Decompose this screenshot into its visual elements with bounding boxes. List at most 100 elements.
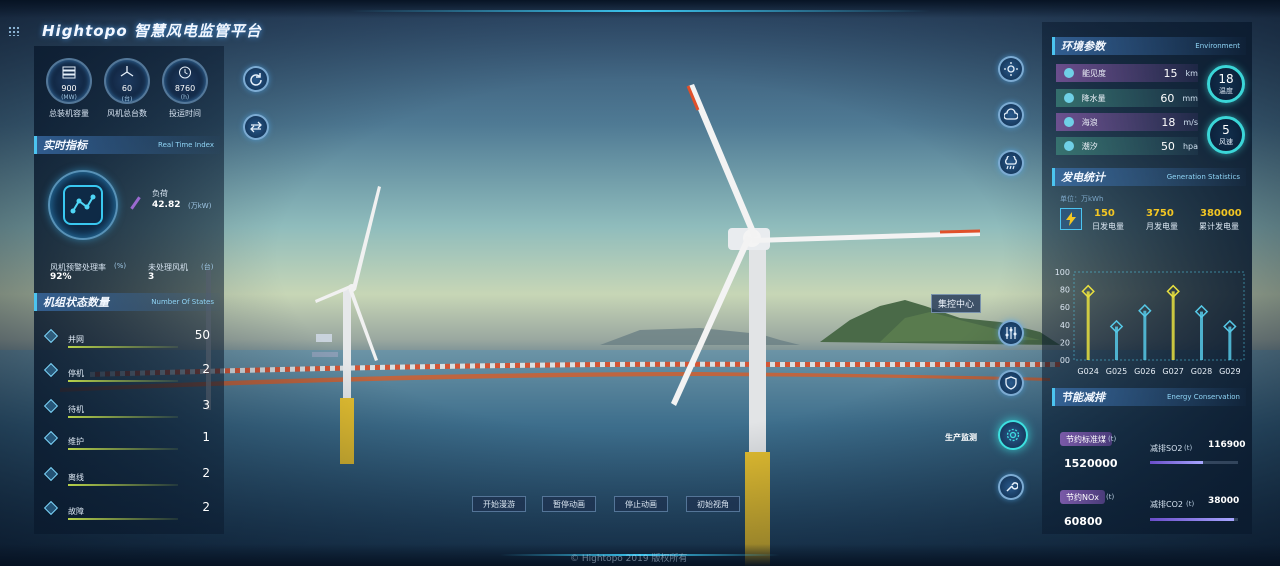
status-label: 待机	[68, 405, 84, 414]
rotate-view-button[interactable]	[243, 66, 269, 92]
rain-cloud-icon	[1005, 156, 1017, 170]
kpi-turbines-value: 60	[121, 84, 133, 93]
monthly-generation-value: 3750	[1146, 208, 1174, 219]
env-row-tide: 潮汐 50 hpa	[1056, 137, 1198, 155]
visibility-icon	[1064, 68, 1074, 78]
menu-icon[interactable]	[8, 26, 20, 36]
status-bar	[68, 484, 178, 486]
status-value: 1	[202, 430, 210, 444]
kpi-capacity-label: 总装机容量	[49, 109, 89, 118]
wind-speed-badge: 5 风速	[1207, 116, 1245, 154]
status-bar	[68, 416, 178, 418]
diamond-icon	[43, 362, 59, 378]
status-row-maintenance[interactable]: 维护 1	[43, 430, 216, 460]
co2-label: 减排CO2	[1150, 500, 1183, 509]
status-row-fault[interactable]: 故障 2	[43, 500, 216, 530]
load-unit: (万kW)	[188, 202, 212, 210]
alarm-rate-value: 92%	[50, 272, 72, 282]
x-tick-label: G028	[1191, 367, 1212, 376]
kpi-runtime-unit: (h)	[180, 94, 190, 101]
cloud-icon	[1004, 108, 1018, 120]
status-label: 故障	[68, 507, 84, 516]
x-tick-label: G029	[1219, 367, 1240, 376]
y-tick-label: 60	[1060, 303, 1070, 312]
stop-animation-button[interactable]: 停止动画	[614, 496, 668, 512]
status-label: 停机	[68, 369, 84, 378]
chart-frame	[1073, 271, 1245, 361]
kpi-capacity: 900 (MW) 总装机容量	[44, 58, 94, 119]
status-bar	[68, 380, 178, 382]
sun-weather-button[interactable]	[998, 56, 1024, 82]
kpi-capacity-value: 900	[61, 84, 77, 93]
kpi-turbines-unit: (台)	[121, 96, 133, 103]
gear-icon	[1006, 428, 1020, 442]
monitor-button[interactable]	[998, 370, 1024, 396]
tide-icon	[1064, 141, 1074, 151]
cloud-weather-button[interactable]	[998, 102, 1024, 128]
x-tick-label: G025	[1106, 367, 1127, 376]
clock-icon	[179, 66, 191, 79]
nox-value: 60800	[1064, 515, 1103, 528]
environment-header: 环境参数 Environment	[1052, 37, 1246, 55]
coal-pill: 节约标准煤	[1060, 432, 1112, 446]
x-tick-label: G024	[1077, 367, 1098, 376]
tools-button[interactable]	[998, 474, 1024, 500]
diamond-icon	[43, 398, 59, 414]
start-tour-button[interactable]: 开始漫游	[472, 496, 526, 512]
realtime-subtitle: Real Time Index	[158, 141, 214, 149]
x-tick-label: G027	[1162, 367, 1183, 376]
status-row-standby[interactable]: 待机 3	[43, 398, 216, 428]
states-title: 机组状态数量	[43, 296, 109, 309]
energy-header: 节能减排 Energy Conservation	[1052, 388, 1246, 406]
production-monitor-label: 生产监测	[945, 433, 977, 442]
y-tick-label: 80	[1060, 286, 1070, 295]
so2-unit: (t)	[1184, 444, 1193, 452]
unhandled-unit: (台)	[201, 263, 214, 271]
diamond-icon	[43, 466, 59, 482]
kpi-turbines-label: 风机总台数	[107, 109, 147, 118]
status-value: 2	[202, 466, 210, 480]
wind-turbine-icon	[120, 66, 134, 77]
generation-chart: 100 80 60 40 20 00 G024 G025 G026 G027 G028 G029	[1055, 268, 1245, 376]
so2-bar-fill	[1150, 461, 1203, 464]
top-frame	[0, 0, 1280, 18]
co2-unit: (t)	[1186, 500, 1195, 508]
status-row-grid[interactable]: 并网 50	[43, 328, 216, 358]
environment-title: 环境参数	[1061, 40, 1105, 53]
status-row-stopped[interactable]: 停机 2	[43, 362, 216, 392]
status-row-offline[interactable]: 离线 2	[43, 466, 216, 496]
load-value: 42.82	[152, 200, 181, 210]
production-monitor-button[interactable]	[998, 420, 1028, 450]
states-header: 机组状态数量 Number Of States	[34, 293, 220, 311]
precipitation-icon	[1064, 93, 1074, 103]
so2-value: 116900	[1208, 440, 1246, 450]
chart-bar-G027	[1171, 291, 1175, 360]
nox-pill: 节约NOx	[1060, 490, 1106, 504]
temperature-badge: 18 温度	[1207, 65, 1245, 103]
kpi-runtime-value: 8760	[174, 84, 196, 93]
settings-button[interactable]	[998, 320, 1024, 346]
status-bar	[68, 518, 178, 520]
co2-bar-fill	[1150, 518, 1234, 521]
chart-bar-G028	[1200, 311, 1203, 360]
y-tick-label: 20	[1060, 338, 1070, 347]
total-generation-value: 380000	[1200, 208, 1242, 219]
chart-bar-G026	[1143, 310, 1147, 360]
control-center-tag[interactable]: 集控中心	[931, 294, 982, 313]
load-gauge	[48, 170, 118, 240]
rain-weather-button[interactable]	[998, 150, 1024, 176]
pause-animation-button[interactable]: 暂停动画	[542, 496, 596, 512]
swap-icon	[250, 121, 262, 133]
load-label: 负荷	[152, 189, 168, 198]
env-row-wave: 海浪 18 m/s	[1056, 113, 1198, 131]
co2-value: 38000	[1208, 496, 1240, 506]
generation-subtitle: Generation Statistics	[1166, 173, 1240, 181]
coal-unit: (t)	[1108, 435, 1117, 443]
kpi-capacity-unit: (MW)	[61, 94, 77, 101]
shield-icon	[1005, 376, 1017, 390]
generation-title: 发电统计	[1061, 171, 1105, 184]
switch-view-button[interactable]	[243, 114, 269, 140]
server-icon	[62, 66, 76, 79]
diamond-icon	[43, 328, 59, 344]
initial-view-button[interactable]: 初始视角	[686, 496, 740, 512]
